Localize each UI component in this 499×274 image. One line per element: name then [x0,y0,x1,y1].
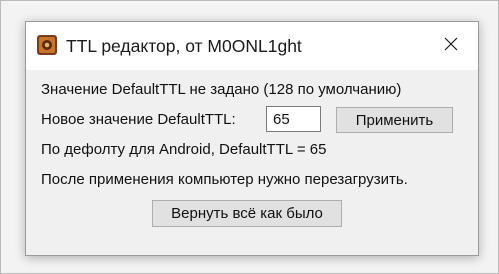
android-hint-label: По дефолту для Android, DefaultTTL = 65 [41,141,327,158]
ttl-value-input[interactable] [266,106,321,132]
dialog-body: Значение DefaultTTL не задано (128 по ум… [26,70,478,255]
close-icon [443,36,459,57]
window-title: TTL редактор, от M0ONL1ght [66,36,302,56]
revert-button[interactable]: Вернуть всё как было [152,200,342,227]
app-icon [36,34,58,56]
new-value-label: Новое значение DefaultTTL: [41,111,236,128]
title-bar[interactable]: TTL редактор, от M0ONL1ght [26,22,478,70]
ttl-editor-window: TTL редактор, от M0ONL1ght Значение Defa… [25,21,479,256]
apply-button[interactable]: Применить [336,107,453,133]
close-button[interactable] [424,22,478,70]
status-label: Значение DefaultTTL не задано (128 по ум… [41,81,402,98]
screenshot-frame: TTL редактор, от M0ONL1ght Значение Defa… [0,0,499,274]
restart-note-label: После применения компьютер нужно перезаг… [41,171,408,188]
